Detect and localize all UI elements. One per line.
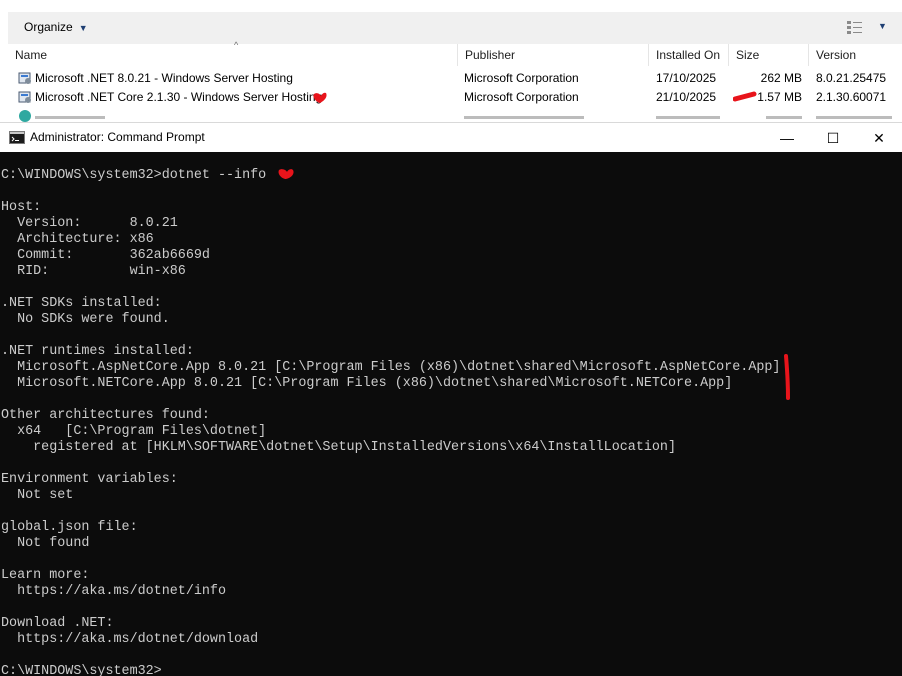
truncated-text <box>35 116 105 119</box>
annotation-vertical-mark <box>784 354 790 400</box>
console-line: Download .NET: <box>1 616 114 631</box>
program-row-partial[interactable] <box>8 106 902 122</box>
column-header-publisher[interactable]: Publisher <box>458 44 649 66</box>
program-version: 8.0.21.25475 <box>816 71 887 85</box>
console-line: C:\WINDOWS\system32>dotnet --info <box>1 168 267 183</box>
console-line: https://aka.ms/dotnet/info <box>1 584 226 599</box>
command-prompt-icon <box>9 131 25 144</box>
annotation-heart-mark <box>278 169 294 179</box>
console-line: Learn more: <box>1 568 90 583</box>
truncated-text <box>656 116 720 119</box>
annotation-underline-mark <box>733 91 757 102</box>
list-header: ^ Name Publisher Installed On Size Versi… <box>8 40 902 66</box>
program-publisher: Microsoft Corporation <box>464 71 579 85</box>
console-line: .NET SDKs installed: <box>1 296 162 311</box>
truncated-text <box>464 116 584 119</box>
console-line: RID: win-x86 <box>1 264 186 279</box>
program-row[interactable]: Microsoft .NET 8.0.21 - Windows Server H… <box>8 68 902 87</box>
window-title: Administrator: Command Prompt <box>30 130 205 144</box>
console-line: x64 [C:\Program Files\dotnet] <box>1 424 267 439</box>
console-output[interactable]: C:\WINDOWS\system32>dotnet --info Host: V… <box>0 152 902 676</box>
console-line: Host: <box>1 200 42 215</box>
title-bar[interactable]: Administrator: Command Prompt — ☐ ✕ <box>0 122 902 152</box>
program-publisher: Microsoft Corporation <box>464 90 579 104</box>
console-line: Commit: 362ab6669d <box>1 248 210 263</box>
column-header-version[interactable]: Version <box>809 44 902 66</box>
minimize-button[interactable]: — <box>764 123 810 153</box>
organize-button[interactable]: Organize ▼ <box>24 20 88 34</box>
column-header-installed-on[interactable]: Installed On <box>649 44 729 66</box>
console-line: global.json file: <box>1 520 138 535</box>
programs-and-features-window: Organize ▼ ▼ ^ Name Publisher Installed O… <box>0 0 902 122</box>
chevron-down-icon: ▼ <box>78 23 88 33</box>
console-line: Microsoft.NETCore.App 8.0.21 [C:\Program… <box>1 376 733 391</box>
console-line: No SDKs were found. <box>1 312 170 327</box>
installer-icon <box>18 91 31 103</box>
console-line: C:\WINDOWS\system32> <box>1 664 162 676</box>
console-line: https://aka.ms/dotnet/download <box>1 632 259 647</box>
truncated-text <box>816 116 892 119</box>
program-name: Microsoft .NET Core 2.1.30 - Windows Ser… <box>35 90 323 104</box>
program-row[interactable]: Microsoft .NET Core 2.1.30 - Windows Ser… <box>8 87 902 106</box>
toolbar: Organize ▼ ▼ <box>8 12 902 44</box>
console-line: Version: 8.0.21 <box>1 216 178 231</box>
program-size: 262 MB <box>760 71 802 85</box>
annotation-heart-mark <box>313 92 327 103</box>
column-header-size[interactable]: Size <box>729 44 809 66</box>
command-prompt-window: Administrator: Command Prompt — ☐ ✕ C:\W… <box>0 122 902 676</box>
view-options-dropdown-icon[interactable]: ▼ <box>878 21 887 31</box>
console-line: Architecture: x86 <box>1 232 154 247</box>
close-button[interactable]: ✕ <box>856 123 902 153</box>
details-view-icon[interactable] <box>846 19 864 35</box>
program-installed-on: 21/10/2025 <box>656 90 717 104</box>
console-line: Environment variables: <box>1 472 178 487</box>
column-header-name[interactable]: Name <box>8 44 458 66</box>
program-version: 2.1.30.60071 <box>816 90 887 104</box>
console-line: .NET runtimes installed: <box>1 344 194 359</box>
console-line: Microsoft.AspNetCore.App 8.0.21 [C:\Prog… <box>1 360 781 375</box>
console-line: Not found <box>1 536 90 551</box>
console-line: Not set <box>1 488 74 503</box>
truncated-text <box>766 116 802 119</box>
console-line: registered at [HKLM\SOFTWARE\dotnet\Setu… <box>1 440 676 455</box>
organize-label: Organize <box>24 20 73 34</box>
program-name: Microsoft .NET 8.0.21 - Windows Server H… <box>35 71 293 85</box>
edge-icon <box>19 110 31 122</box>
program-installed-on: 17/10/2025 <box>656 71 717 85</box>
console-line: Other architectures found: <box>1 408 210 423</box>
installer-icon <box>18 72 31 84</box>
maximize-button[interactable]: ☐ <box>810 123 856 153</box>
